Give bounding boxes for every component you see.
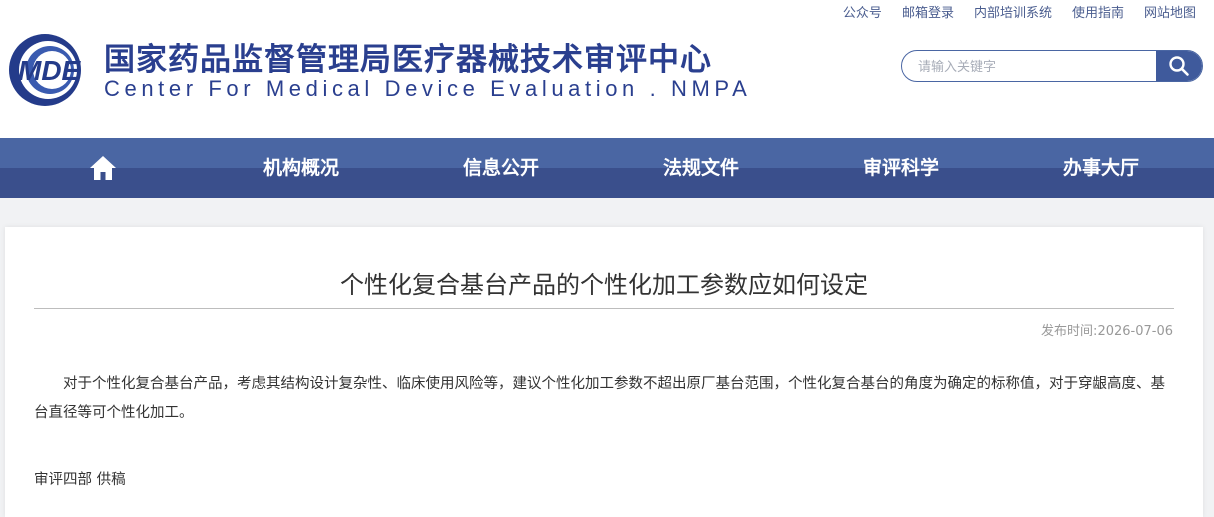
- nav-item-regulations[interactable]: 法规文件: [663, 138, 739, 198]
- top-link-guide[interactable]: 使用指南: [1072, 2, 1124, 21]
- nav-item-information[interactable]: 信息公开: [463, 138, 539, 198]
- nav-item-service-hall[interactable]: 办事大厅: [1063, 138, 1139, 198]
- logo-text: MDE: [18, 55, 82, 86]
- search-box: [901, 50, 1203, 82]
- article-signature: 审评四部 供稿: [34, 472, 126, 488]
- nav-item-about[interactable]: 机构概况: [263, 138, 339, 198]
- top-link-wechat[interactable]: 公众号: [843, 2, 882, 21]
- publish-date: 发布时间:2026-07-06: [1041, 320, 1173, 339]
- title-divider: [34, 308, 1174, 309]
- nav-item-review-science[interactable]: 审评科学: [863, 138, 939, 198]
- publish-date-value: 2026-07-06: [1097, 324, 1173, 339]
- main-nav: 机构概况 信息公开 法规文件 审评科学 办事大厅: [0, 138, 1214, 198]
- publish-date-label: 发布时间:: [1041, 324, 1098, 339]
- cmde-logo[interactable]: MDE: [6, 30, 96, 110]
- article-body: 对于个性化复合基台产品，考虑其结构设计复杂性、临床使用风险等，建议个性化加工参数…: [34, 376, 1165, 421]
- site-title-en: Center For Medical Device Evaluation . N…: [104, 76, 752, 101]
- search-input[interactable]: [916, 51, 1150, 81]
- top-link-mail-login[interactable]: 邮箱登录: [902, 2, 954, 21]
- article-panel: 个性化复合基台产品的个性化加工参数应如何设定 发布时间:2026-07-06 对…: [5, 227, 1203, 517]
- top-link-sitemap[interactable]: 网站地图: [1144, 2, 1196, 21]
- site-header: 公众号 邮箱登录 内部培训系统 使用指南 网站地图 MDE 国家药品监督管理局医…: [0, 0, 1214, 138]
- home-icon[interactable]: [88, 153, 118, 183]
- top-link-training-system[interactable]: 内部培训系统: [974, 2, 1052, 21]
- search-icon: [1169, 56, 1189, 76]
- site-title-cn[interactable]: 国家药品监督管理局医疗器械技术审评中心: [104, 34, 712, 79]
- article-title: 个性化复合基台产品的个性化加工参数应如何设定: [340, 271, 868, 299]
- search-button[interactable]: [1156, 51, 1202, 81]
- top-links: 公众号 邮箱登录 内部培训系统 使用指南 网站地图: [843, 2, 1196, 21]
